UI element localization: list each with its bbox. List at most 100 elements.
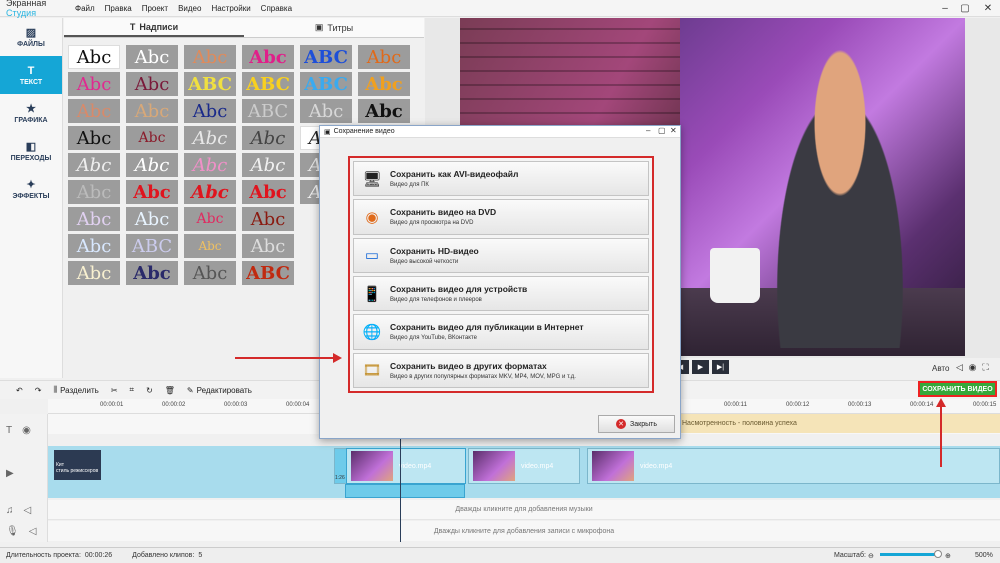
- text-style-tile[interactable]: Abc: [358, 45, 410, 69]
- tab-captions[interactable]: T Надписи: [64, 18, 244, 37]
- minimize-icon[interactable]: –: [935, 0, 955, 17]
- text-style-tile[interactable]: Abc: [184, 153, 236, 177]
- close-window-icon[interactable]: ✕: [978, 0, 998, 17]
- save-avi-option[interactable]: 🖥 Сохранить как AVI-видеофайл Видео для П…: [353, 161, 649, 197]
- text-style-tile[interactable]: ABC: [300, 72, 352, 96]
- text-style-tile[interactable]: Abc: [184, 99, 236, 123]
- save-internet-option[interactable]: 🌐 Сохранить видео для публикации в Интер…: [353, 314, 649, 350]
- video-clip[interactable]: video.mp4: [346, 448, 466, 484]
- delete-icon[interactable]: 🗑: [159, 386, 181, 395]
- text-style-tile[interactable]: ABC: [242, 261, 294, 285]
- menu-project[interactable]: Проект: [137, 4, 173, 13]
- menu-file[interactable]: Файл: [70, 4, 100, 13]
- text-style-tile[interactable]: Abc: [242, 126, 294, 150]
- save-other-formats-option[interactable]: 🎞 Сохранить видео в других форматах Видео…: [353, 352, 649, 388]
- text-style-tile[interactable]: Abc: [126, 180, 178, 204]
- intro-clip[interactable]: Кит стиль режиссеров: [54, 450, 101, 480]
- fullscreen-icon[interactable]: ⛶: [980, 361, 991, 373]
- volume-icon[interactable]: ◁: [954, 361, 965, 373]
- text-style-tile[interactable]: Abc: [358, 72, 410, 96]
- text-style-tile[interactable]: Abc: [126, 153, 178, 177]
- rotate-icon[interactable]: ↻: [140, 386, 159, 395]
- video-clip[interactable]: video.mp4: [587, 448, 1000, 484]
- text-style-tile[interactable]: ABC: [300, 45, 352, 69]
- dialog-close-icon[interactable]: ✕: [670, 126, 677, 135]
- save-video-button[interactable]: СОХРАНИТЬ ВИДЕО: [918, 381, 997, 397]
- dialog-minimize-icon[interactable]: –: [646, 126, 650, 135]
- menu-help[interactable]: Справка: [256, 4, 297, 13]
- video-clip[interactable]: video.mp4: [468, 448, 580, 484]
- play-icon[interactable]: ▶: [692, 360, 709, 374]
- microphone-track[interactable]: Дважды кликните для добавления записи с …: [48, 521, 1000, 541]
- menu-settings[interactable]: Настройки: [206, 4, 255, 13]
- text-style-tile[interactable]: ABC: [184, 72, 236, 96]
- eye-icon[interactable]: ◉: [22, 425, 31, 436]
- menu-edit[interactable]: Правка: [100, 4, 137, 13]
- zoom-out-icon[interactable]: ⊖: [868, 552, 874, 560]
- scissors-icon[interactable]: ✂: [105, 386, 124, 395]
- maximize-icon[interactable]: ▢: [955, 0, 975, 17]
- zoom-slider[interactable]: [880, 553, 940, 556]
- save-dvd-option[interactable]: ◉ Сохранить видео на DVD Видео для просмо…: [353, 199, 649, 235]
- split-button[interactable]: ⫼ Разделить: [47, 385, 104, 395]
- close-button[interactable]: ✕ Закрыть: [598, 415, 675, 433]
- text-style-tile[interactable]: Abc: [68, 45, 120, 69]
- text-style-tile[interactable]: Abc: [184, 261, 236, 285]
- sidebar-item-text[interactable]: T ТЕКСТ: [0, 56, 62, 94]
- text-style-tile[interactable]: Abc: [126, 261, 178, 285]
- text-style-tile[interactable]: Abc: [68, 261, 120, 285]
- sidebar-item-graphics[interactable]: ★ ГРАФИКА: [0, 94, 62, 132]
- volume-icon[interactable]: ◁: [29, 526, 37, 537]
- next-clip-icon[interactable]: ▶|: [712, 360, 729, 374]
- save-devices-option[interactable]: 📱 Сохранить видео для устройств Видео для…: [353, 275, 649, 312]
- music-track[interactable]: Дважды кликните для добавления музыки: [48, 500, 1000, 520]
- text-style-tile[interactable]: Abc: [126, 72, 178, 96]
- text-style-tile[interactable]: Abc: [242, 45, 294, 69]
- text-style-tile[interactable]: Abc: [68, 99, 120, 123]
- text-style-tile[interactable]: Abc: [242, 234, 294, 258]
- text-style-tile[interactable]: Abc: [184, 180, 236, 204]
- text-style-tile[interactable]: Abc: [126, 207, 178, 231]
- sidebar-item-effects[interactable]: ✦ ЭФФЕКТЫ: [0, 170, 62, 208]
- undo-icon[interactable]: ↶: [0, 386, 29, 395]
- text-style-tile[interactable]: Abc: [126, 126, 178, 150]
- text-style-tile[interactable]: Abc: [184, 126, 236, 150]
- text-style-tile[interactable]: Abc: [68, 126, 120, 150]
- sidebar-item-files[interactable]: ▨ ФАЙЛЫ: [0, 18, 62, 56]
- text-style-tile[interactable]: Abc: [68, 207, 120, 231]
- save-hd-option[interactable]: ▭ Сохранить HD-видео Видео высокой четкос…: [353, 237, 649, 273]
- text-style-tile[interactable]: Abc: [68, 234, 120, 258]
- tab-titles[interactable]: ▣ Титры: [244, 18, 424, 37]
- text-style-tile[interactable]: Abc: [184, 234, 236, 258]
- sidebar-item-transitions[interactable]: ◧ ПЕРЕХОДЫ: [0, 132, 62, 170]
- clip-selection[interactable]: [345, 484, 465, 498]
- text-style-tile[interactable]: Abc: [242, 207, 294, 231]
- edit-button[interactable]: ✎ Редактировать: [181, 386, 258, 395]
- menu-video[interactable]: Видео: [173, 4, 206, 13]
- zoom-slider-handle[interactable]: [934, 550, 942, 558]
- volume-icon[interactable]: ◁: [24, 505, 32, 516]
- crop-icon[interactable]: ⌗: [124, 385, 141, 395]
- text-style-tile[interactable]: Abc: [242, 180, 294, 204]
- text-style-tile[interactable]: Abc: [126, 45, 178, 69]
- aspect-auto-label[interactable]: Авто: [932, 364, 949, 373]
- redo-icon[interactable]: ↷: [29, 386, 48, 395]
- microphone-icon: 🎙: [6, 526, 19, 537]
- text-style-tile[interactable]: Abc: [358, 99, 410, 123]
- text-style-tile[interactable]: Abc: [184, 207, 236, 231]
- dialog-maximize-icon[interactable]: ▢: [658, 126, 666, 135]
- player-tools: ◁ ◉ ⛶: [954, 361, 991, 373]
- text-style-tile[interactable]: Abc: [68, 72, 120, 96]
- text-style-tile[interactable]: Abc: [126, 99, 178, 123]
- camera-icon[interactable]: ◉: [967, 361, 978, 373]
- text-style-tile[interactable]: Abc: [68, 180, 120, 204]
- text-style-tile[interactable]: ABC: [242, 99, 294, 123]
- text-style-tile[interactable]: Abc: [300, 99, 352, 123]
- text-style-tile[interactable]: Abc: [184, 45, 236, 69]
- text-style-tile[interactable]: Abc: [68, 153, 120, 177]
- text-style-tile[interactable]: ABC: [242, 72, 294, 96]
- text-style-tile[interactable]: Abc: [242, 153, 294, 177]
- text-clip[interactable]: Насмотренность - половина успеха: [676, 414, 1000, 433]
- text-style-tile[interactable]: ABC: [126, 234, 178, 258]
- zoom-in-icon[interactable]: ⊕: [945, 552, 951, 560]
